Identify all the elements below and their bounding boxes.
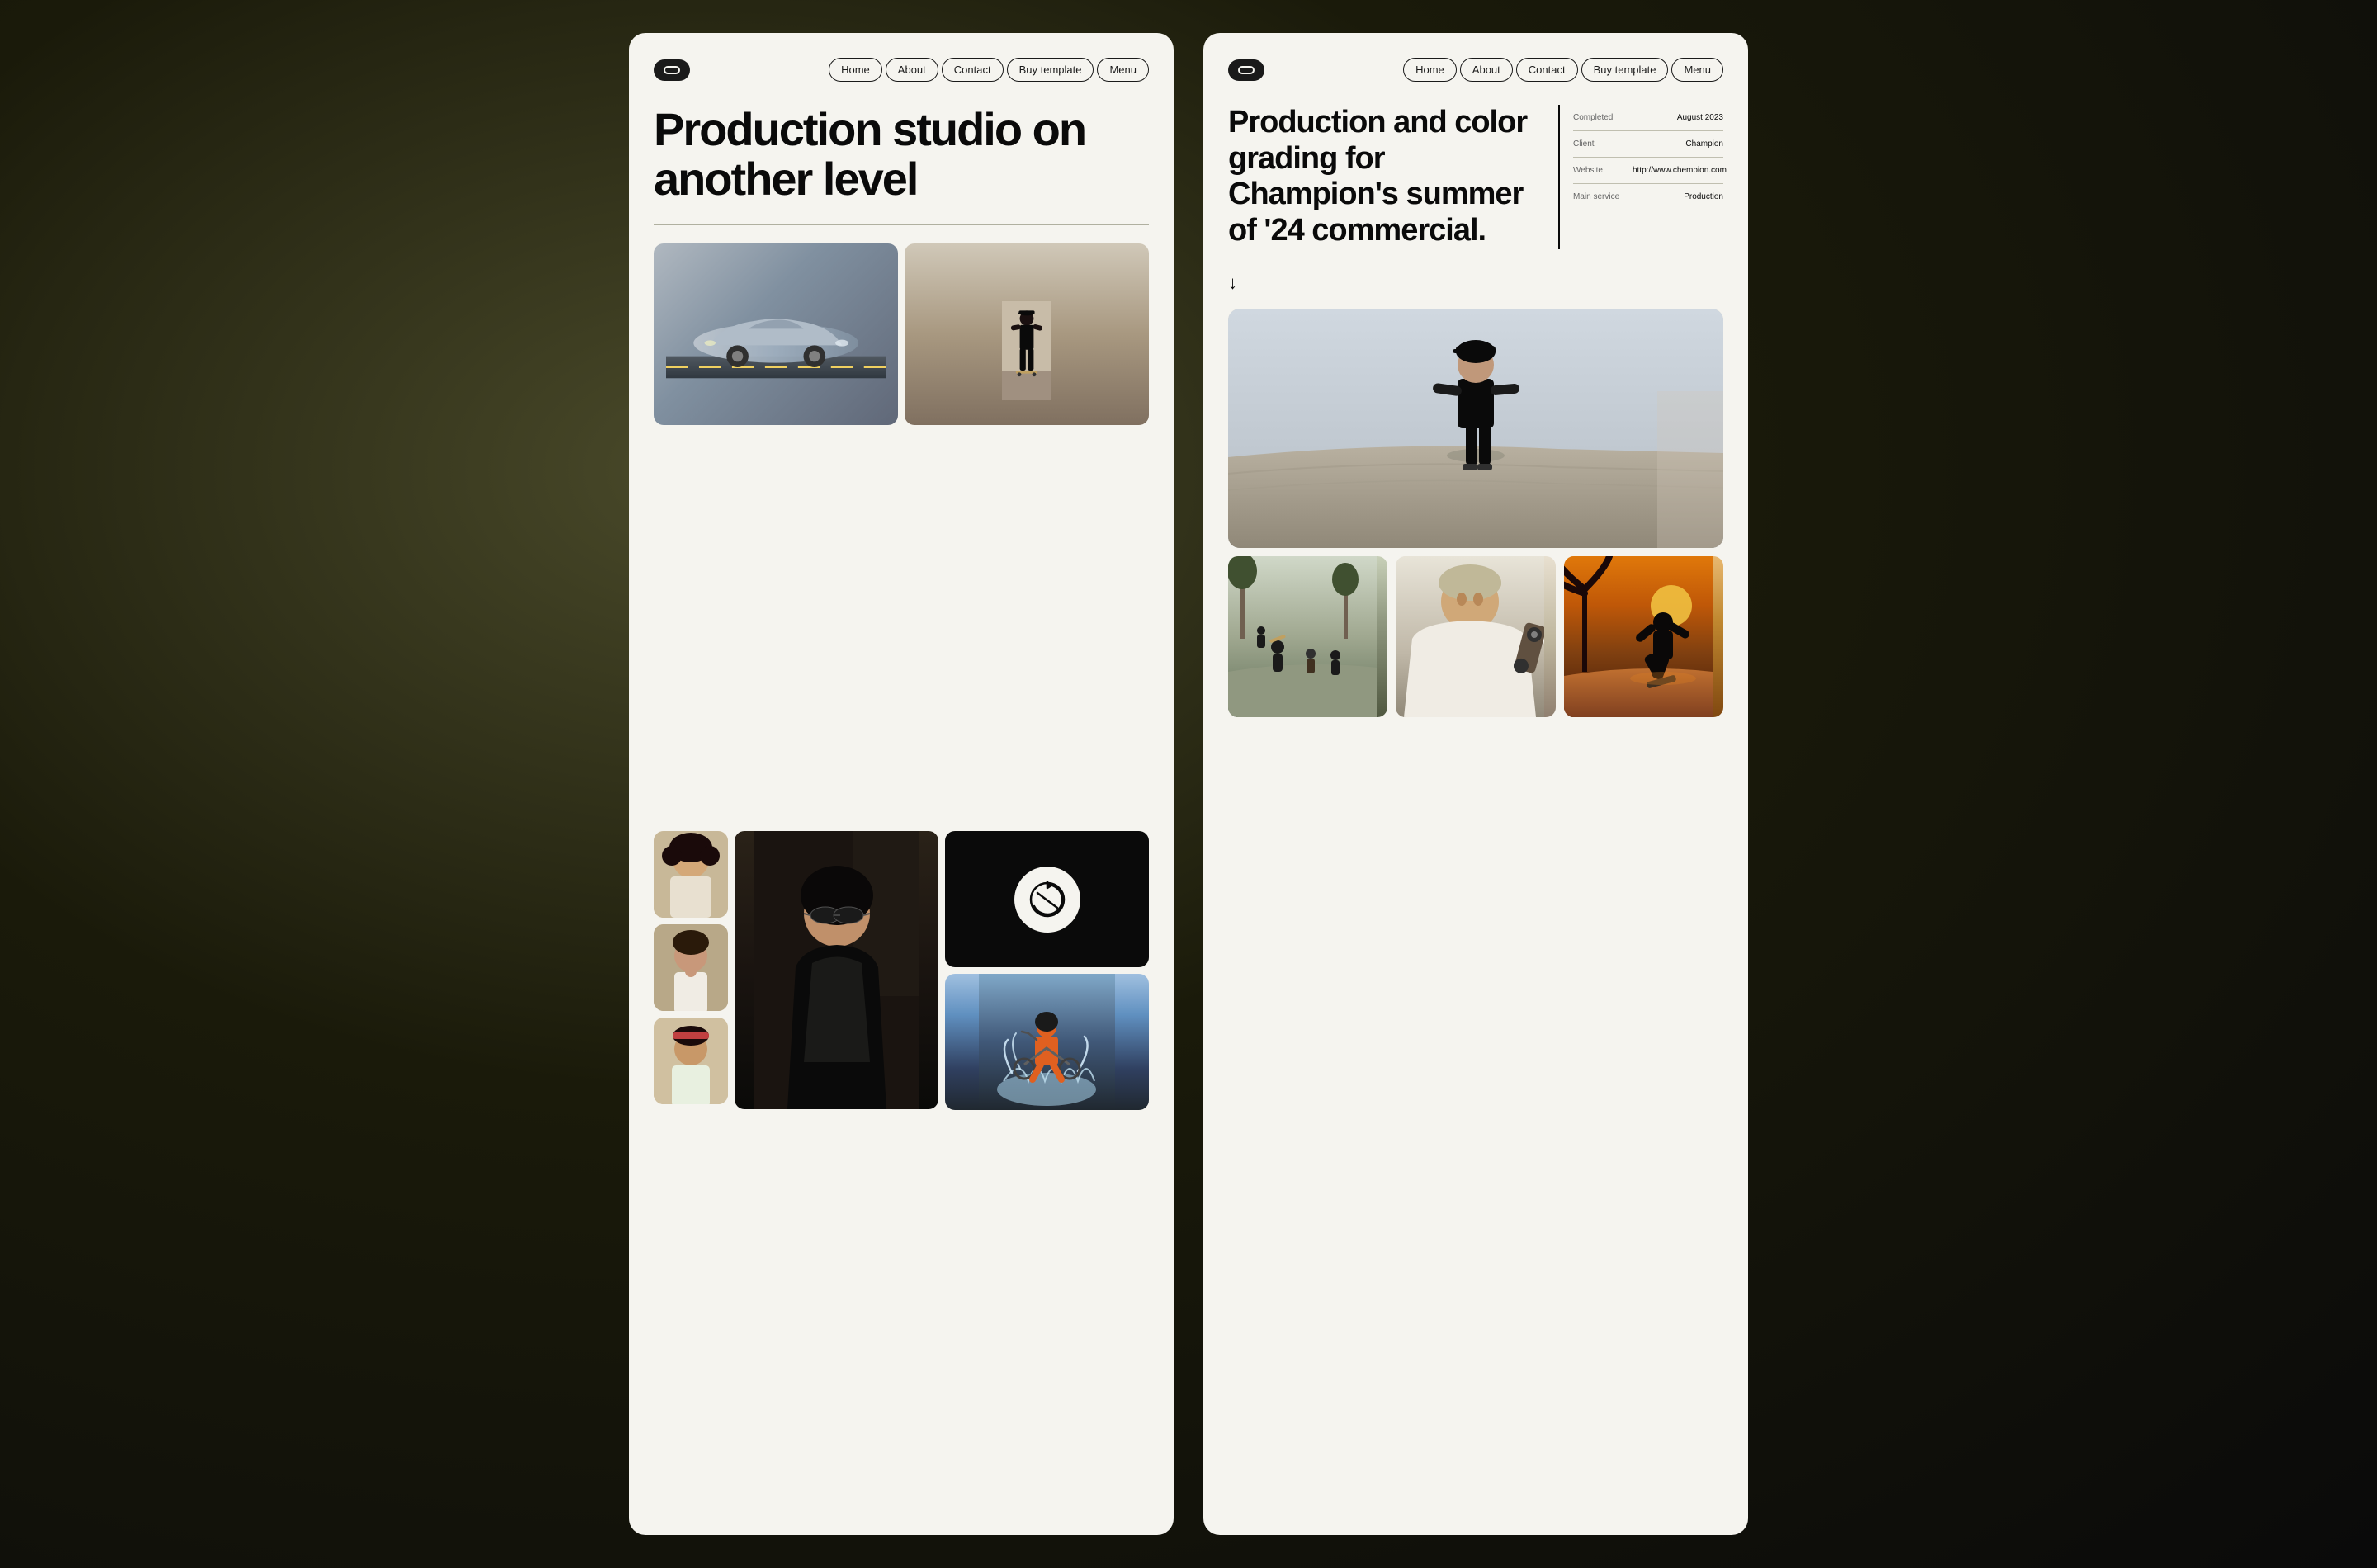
panel2-title-area: Production and color grading for Champio… [1228, 105, 1542, 249]
meta-label-client: Client [1573, 139, 1595, 149]
nav2-about[interactable]: About [1460, 58, 1513, 82]
panel2-nav: Home About Contact Buy template Menu [1228, 58, 1723, 82]
meta-label-completed: Completed [1573, 113, 1613, 122]
meta-value-service: Production [1684, 192, 1723, 201]
skater-photo [905, 243, 1149, 425]
nav-links: Home About Contact Buy template Menu [829, 58, 1149, 82]
car-photo [654, 243, 898, 425]
logo-circle-icon [1014, 867, 1080, 933]
bottom-photo-1 [1228, 556, 1387, 717]
panel2-header: Production and color grading for Champio… [1228, 105, 1723, 249]
bottom-grid [654, 831, 1149, 1510]
panel1-nav: Home About Contact Buy template Menu [654, 58, 1149, 82]
panel-2: Home About Contact Buy template Menu Pro… [1203, 33, 1748, 1535]
skater-svg [1002, 276, 1051, 425]
bottom-photo-2 [1396, 556, 1555, 717]
meta-label-website: Website [1573, 166, 1603, 175]
woman-dark-photo [735, 831, 938, 1109]
meta-row-completed: Completed August 2023 [1573, 105, 1723, 131]
nav-about[interactable]: About [886, 58, 938, 82]
meta-value-completed: August 2023 [1677, 113, 1723, 122]
logo [654, 59, 690, 81]
nav2-home[interactable]: Home [1403, 58, 1457, 82]
panel2-meta: Completed August 2023 Client Champion We… [1558, 105, 1723, 249]
meta-label-service: Main service [1573, 192, 1619, 201]
logo-icon-2 [1238, 66, 1255, 74]
portrait-2 [654, 924, 728, 1011]
nav-links-2: Home About Contact Buy template Menu [1403, 58, 1723, 82]
meta-row-client: Client Champion [1573, 131, 1723, 158]
nav-home[interactable]: Home [829, 58, 882, 82]
logo-block [945, 831, 1149, 967]
meta-value-website: http://www.chempion.com [1633, 166, 1723, 175]
panel2-title: Production and color grading for Champio… [1228, 105, 1542, 249]
meta-row-service: Main service Production [1573, 184, 1723, 210]
portrait-3 [654, 1018, 728, 1104]
meta-value-client: Champion [1685, 139, 1723, 149]
portrait-1 [654, 831, 728, 918]
car-svg [666, 253, 886, 416]
bottom-photo-3 [1564, 556, 1723, 717]
logo-icon [664, 66, 680, 74]
panels-wrapper: Home About Contact Buy template Menu Pro… [0, 0, 2377, 1568]
nav2-contact[interactable]: Contact [1516, 58, 1578, 82]
panel1-heading: Production studio on another level [654, 105, 1149, 205]
portraits-col [654, 831, 728, 1510]
logo-2 [1228, 59, 1264, 81]
nav-buy-template[interactable]: Buy template [1007, 58, 1094, 82]
biker-photo [945, 974, 1149, 1110]
divider [654, 224, 1149, 225]
arrow-down: ↓ [1228, 272, 1723, 294]
right-col [945, 831, 1149, 1510]
nav2-menu[interactable]: Menu [1671, 58, 1723, 82]
meta-row-website: Website http://www.chempion.com [1573, 158, 1723, 184]
photo-grid [654, 243, 1149, 1510]
panel-1: Home About Contact Buy template Menu Pro… [629, 33, 1174, 1535]
bottom-three [1228, 556, 1723, 717]
nav-menu[interactable]: Menu [1097, 58, 1149, 82]
main-skater-photo [1228, 309, 1723, 548]
nav2-buy-template[interactable]: Buy template [1581, 58, 1669, 82]
nav-contact[interactable]: Contact [942, 58, 1004, 82]
